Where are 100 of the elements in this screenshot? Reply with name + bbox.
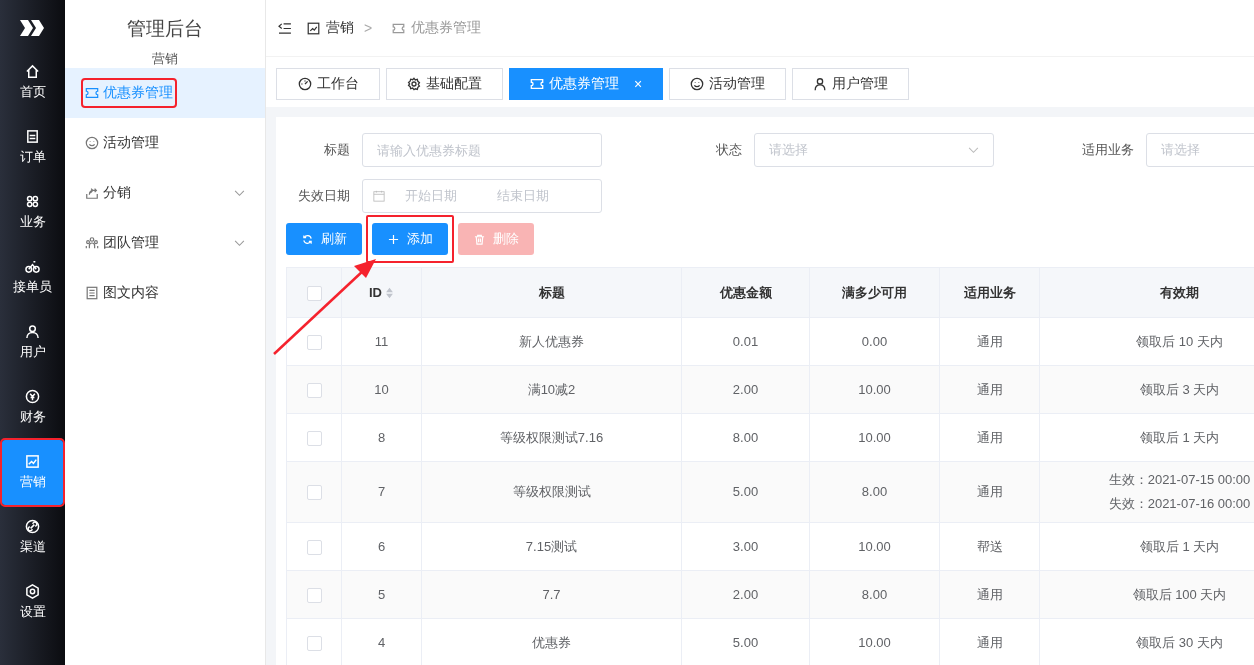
field-label: 适用业务 xyxy=(1081,141,1135,159)
row-checkbox[interactable] xyxy=(306,382,322,398)
title-input-field[interactable]: 请输入优惠券标题 xyxy=(362,133,602,167)
table-cell: 0.00 xyxy=(809,317,940,366)
table-cell: 新人优惠券 xyxy=(421,317,682,366)
table-cell: 8.00 xyxy=(809,461,940,523)
table-cell: 通用 xyxy=(939,461,1040,523)
grid-icon xyxy=(25,194,40,209)
chart-icon xyxy=(307,21,320,35)
field-label: 状态 xyxy=(715,141,743,159)
menu-collapse-icon[interactable] xyxy=(278,22,291,34)
table-cell: 7 xyxy=(341,461,422,523)
table-cell: 2.00 xyxy=(681,570,810,619)
table-cell: 7.15测试 xyxy=(421,522,682,571)
menu-item[interactable]: 分销 xyxy=(65,168,265,218)
column-header: ID xyxy=(341,267,422,318)
table-cell: 通用 xyxy=(939,413,1040,462)
table-cell: 10.00 xyxy=(809,413,940,462)
trash-icon xyxy=(473,233,485,245)
validity-text: 领取后 100 天内 xyxy=(1132,585,1227,604)
row-checkbox[interactable] xyxy=(306,539,322,555)
table-cell: 11 xyxy=(341,317,422,366)
chevron-down-icon xyxy=(234,189,245,197)
field-label: 标题 xyxy=(323,141,351,159)
row-checkbox[interactable] xyxy=(306,485,322,501)
menu-item[interactable]: 图文内容 xyxy=(65,268,265,318)
nav-item[interactable]: 用户 xyxy=(2,310,63,375)
validity-text: 生效：2021-07-15 00:00 xyxy=(1108,471,1251,489)
gauge-icon xyxy=(297,77,312,91)
row-checkbox[interactable] xyxy=(306,635,322,651)
yen-icon xyxy=(25,389,40,404)
gear-icon xyxy=(407,77,421,91)
user-icon xyxy=(813,77,828,91)
select-all-checkbox[interactable] xyxy=(306,285,322,301)
user-icon xyxy=(25,324,40,339)
validity-text: 领取后 10 天内 xyxy=(1136,332,1223,351)
column-header: 优惠金额 xyxy=(681,267,810,318)
table-cell: 0.01 xyxy=(681,317,810,366)
table-cell: 等级权限测试 xyxy=(421,461,682,523)
nav-item[interactable]: 渠道 xyxy=(2,505,63,570)
table-cell: 满10减2 xyxy=(421,365,682,414)
nav-item[interactable]: 接单员 xyxy=(2,245,63,310)
table-cell: 10 xyxy=(341,365,422,414)
nav-item[interactable]: 首页 xyxy=(2,50,63,115)
link-icon xyxy=(25,519,40,534)
ticket-icon xyxy=(85,86,99,100)
column-header: 标题 xyxy=(421,267,682,318)
sort-icon[interactable] xyxy=(385,287,394,300)
smile-icon xyxy=(85,136,99,150)
refresh-icon xyxy=(301,233,313,245)
share-icon xyxy=(85,186,99,200)
nav-item[interactable]: 财务 xyxy=(2,375,63,440)
nav-item[interactable]: 设置 xyxy=(2,570,63,635)
breadcrumb-separator: > xyxy=(364,20,373,36)
column-header: 满多少可用 xyxy=(809,267,940,318)
table-cell: 帮送 xyxy=(939,522,1040,571)
app-title: 管理后台 xyxy=(126,17,204,41)
menu-item[interactable]: 团队管理 xyxy=(65,218,265,268)
breadcrumb-link[interactable]: 营销 xyxy=(326,19,354,37)
smile-icon xyxy=(690,77,705,91)
gear-icon xyxy=(25,584,40,599)
table-cell: 10.00 xyxy=(809,365,940,414)
breadcrumb-current: 优惠券管理 xyxy=(411,19,482,37)
table-cell: 5 xyxy=(341,570,422,619)
table-cell: 2.00 xyxy=(681,365,810,414)
document-icon xyxy=(85,286,99,300)
bicycle-icon xyxy=(25,259,40,274)
page-tab[interactable]: 工作台 xyxy=(276,68,380,100)
table-cell: 7.7 xyxy=(421,570,682,619)
table-cell: 通用 xyxy=(939,570,1040,619)
people-icon xyxy=(85,236,99,250)
page-tab[interactable]: 用户管理 xyxy=(792,68,910,100)
table-cell: 5.00 xyxy=(681,461,810,523)
table-cell: 8.00 xyxy=(681,413,810,462)
row-checkbox[interactable] xyxy=(306,334,322,350)
chevron-down-icon xyxy=(968,146,979,154)
ticket-icon xyxy=(530,77,544,91)
table-cell: 6 xyxy=(341,522,422,571)
calendar-icon xyxy=(373,190,385,202)
row-checkbox[interactable] xyxy=(306,587,322,603)
page-tab[interactable]: 活动管理 xyxy=(669,68,787,100)
table-cell: 通用 xyxy=(939,365,1040,414)
nav-item[interactable]: 业务 xyxy=(2,180,63,245)
validity-text: 领取后 30 天内 xyxy=(1136,633,1223,652)
section-label: 营销 xyxy=(151,50,179,68)
column-header: 有效期 xyxy=(1039,267,1254,318)
table-cell: 等级权限测试7.16 xyxy=(421,413,682,462)
page-tab[interactable]: 基础配置 xyxy=(386,68,503,100)
column-header: 适用业务 xyxy=(939,267,1040,318)
table-cell: 通用 xyxy=(939,317,1040,366)
field-label: 失效日期 xyxy=(297,187,351,205)
plus-icon xyxy=(387,233,399,245)
chevron-down-icon xyxy=(234,239,245,247)
home-icon xyxy=(25,64,40,79)
validity-text: 领取后 3 天内 xyxy=(1139,380,1220,399)
list-icon xyxy=(25,129,40,144)
row-checkbox[interactable] xyxy=(306,430,322,446)
nav-item[interactable]: 订单 xyxy=(2,115,63,180)
validity-text: 失效：2021-07-16 00:00 xyxy=(1108,495,1251,513)
menu-item[interactable]: 活动管理 xyxy=(65,118,265,168)
